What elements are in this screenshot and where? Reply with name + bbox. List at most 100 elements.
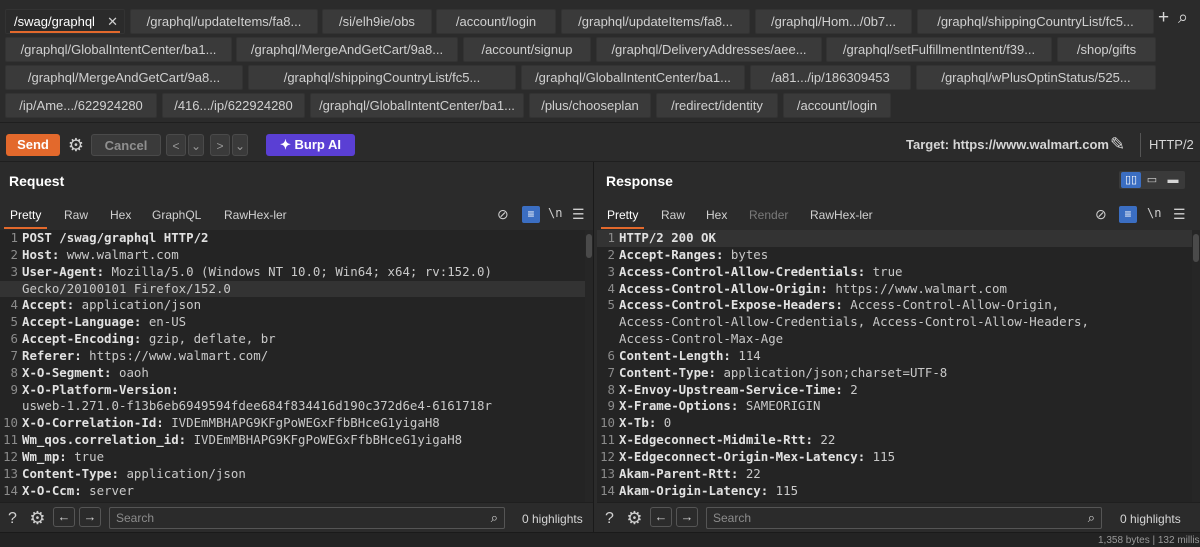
menu-icon[interactable]: ☰ [572, 206, 585, 223]
scrollbar-thumb[interactable] [1193, 234, 1199, 262]
newline-icon[interactable]: \n [1147, 206, 1161, 220]
tab[interactable]: /account/login [436, 9, 556, 34]
tab[interactable]: /shop/gifts [1057, 37, 1156, 62]
wrap-icon[interactable]: ≡ [522, 206, 540, 223]
line-number: 10 [600, 415, 615, 431]
tab[interactable]: /graphql/shippingCountryList/fc5... [917, 9, 1154, 34]
header-value: true [66, 448, 105, 464]
tab[interactable]: /graphql/MergeAndGetCart/9a8... [236, 37, 458, 62]
tab-hex[interactable]: Hex [110, 208, 131, 222]
next-match-button[interactable]: → [79, 507, 101, 527]
close-icon[interactable]: ✕ [107, 10, 118, 33]
tab[interactable]: /graphql/DeliveryAddresses/aee... [596, 37, 822, 62]
tab[interactable]: /graphql/updateItems/fa8... [130, 9, 318, 34]
help-icon[interactable]: ? [3, 509, 22, 528]
tab-pretty[interactable]: Pretty [3, 208, 48, 229]
tab[interactable]: /graphql/Hom.../0b7... [755, 9, 912, 34]
tab[interactable]: /a81.../ip/186309453 [750, 65, 911, 90]
previous-match-button[interactable]: ← [650, 507, 672, 527]
burp-ai-button[interactable]: ✦ Burp AI [266, 134, 355, 156]
send-button[interactable]: Send [6, 134, 60, 156]
previous-match-button[interactable]: ← [53, 507, 75, 527]
code-line: 4 Accept: application/json [0, 297, 593, 314]
eye-off-icon[interactable]: ⊘ [497, 206, 509, 223]
help-icon[interactable]: ? [600, 509, 619, 528]
back-dropdown-button[interactable]: ⌄ [188, 134, 204, 156]
code-text: Access-Control-Allow-Origin: https://www… [619, 281, 1007, 298]
tab[interactable]: /graphql/shippingCountryList/fc5... [248, 65, 516, 90]
tab-swag-graphql[interactable]: /swag/graphql ✕ [5, 9, 125, 34]
code-text: Content-Type: application/json;charset=U… [619, 365, 947, 382]
code-line: 11 Wm_qos.correlation_id: IVDEmMBHAPG9KFg… [0, 432, 593, 449]
back-button[interactable]: < [166, 134, 186, 156]
tab[interactable]: /graphql/MergeAndGetCart/9a8... [5, 65, 243, 90]
tab-raw[interactable]: Raw [64, 208, 88, 222]
code-text: Referer: https://www.walmart.com/ [22, 348, 268, 365]
code-line: Access-Control-Allow-Credentials, Access… [597, 314, 1200, 331]
tab[interactable]: /graphql/GlobalIntentCenter/ba1... [521, 65, 745, 90]
tabbed-layout-icon[interactable]: ▬ [1163, 172, 1183, 188]
header-name: X-Tb: [619, 415, 657, 431]
gear-icon[interactable]: ⚙ [625, 509, 644, 528]
newline-icon[interactable]: \n [548, 206, 562, 220]
tab[interactable]: /plus/chooseplan [529, 93, 651, 118]
forward-dropdown-button[interactable]: ⌄ [232, 134, 248, 156]
side-by-side-layout-icon[interactable]: ▯▯ [1121, 172, 1141, 188]
response-editor[interactable]: 1 HTTP/2 200 OK 2 Accept-Ranges: bytes 3 Acce… [597, 230, 1200, 502]
tab[interactable]: /ip/Ame.../622924280 [5, 93, 157, 118]
search-input[interactable]: Search ⌕ [109, 507, 505, 529]
header-value: server [81, 482, 134, 498]
code-line: 2 Accept-Ranges: bytes [597, 247, 1200, 264]
search-tabs-icon[interactable]: ⌕ [1178, 8, 1188, 27]
tab-rawhex-ler[interactable]: RawHex-ler [224, 208, 287, 222]
scrollbar[interactable] [1192, 230, 1200, 502]
header-name: Referer: [22, 347, 82, 363]
tab[interactable]: /account/signup [463, 37, 591, 62]
scrollbar-thumb[interactable] [586, 234, 592, 258]
code-line: 6 Accept-Encoding: gzip, deflate, br [0, 331, 593, 348]
menu-icon[interactable]: ☰ [1173, 206, 1186, 223]
add-tab-icon[interactable]: + [1158, 8, 1169, 27]
tab[interactable]: /graphql/GlobalIntentCenter/ba1... [5, 37, 232, 62]
pencil-icon[interactable]: ✎ [1110, 134, 1125, 155]
tab-raw[interactable]: Raw [661, 208, 685, 222]
tab[interactable]: /graphql/wPlusOptinStatus/525... [916, 65, 1156, 90]
status-bar: 1,358 bytes | 132 millis [0, 532, 1200, 547]
code-line: 8 X-O-Segment: oaoh [0, 365, 593, 382]
header-value: application/json;charset=UTF-8 [715, 364, 948, 380]
gear-icon[interactable]: ⚙ [66, 135, 86, 155]
search-input[interactable]: Search ⌕ [706, 507, 1102, 529]
tab[interactable]: /graphql/updateItems/fa8... [561, 9, 750, 34]
line-number: 12 [600, 448, 615, 464]
tab[interactable]: /redirect/identity [656, 93, 778, 118]
line-number: 5 [607, 297, 615, 313]
wrap-icon[interactable]: ≡ [1119, 206, 1137, 223]
header-name: X-O-Platform-Version: [22, 381, 179, 397]
scrollbar[interactable] [585, 230, 593, 502]
cancel-button[interactable]: Cancel [91, 134, 161, 156]
header-value: https://www.walmart.com/ [81, 347, 269, 363]
request-editor[interactable]: 1 POST /swag/graphql HTTP/2 2 Host: www.wal… [0, 230, 593, 502]
protocol-label[interactable]: HTTP/2 [1149, 137, 1194, 152]
tab[interactable]: /si/elh9ie/obs [322, 9, 432, 34]
tab[interactable]: /account/login [783, 93, 891, 118]
next-match-button[interactable]: → [676, 507, 698, 527]
gear-icon[interactable]: ⚙ [28, 509, 47, 528]
highlights-count: 0 highlights [522, 512, 583, 526]
eye-off-icon[interactable]: ⊘ [1095, 206, 1107, 223]
header-value: Mozilla/5.0 (Windows NT 10.0; Win64; x64… [104, 263, 492, 279]
line-number: 5 [10, 314, 18, 330]
tab-rawhex-ler[interactable]: RawHex-ler [810, 208, 873, 222]
header-name: X-Envoy-Upstream-Service-Time: [619, 381, 843, 397]
tab-graphql[interactable]: GraphQL [152, 208, 201, 222]
tab[interactable]: /graphql/setFulfillmentIntent/f39... [826, 37, 1052, 62]
stacked-layout-icon[interactable]: ▭ [1142, 172, 1162, 188]
tab-pretty[interactable]: Pretty [600, 208, 645, 229]
tab-render[interactable]: Render [749, 208, 788, 222]
forward-button[interactable]: > [210, 134, 230, 156]
tab-hex[interactable]: Hex [706, 208, 727, 222]
tab[interactable]: /graphql/GlobalIntentCenter/ba1... [310, 93, 524, 118]
header-name: X-Edgeconnect-Midmile-Rtt: [619, 432, 813, 448]
tab[interactable]: /416.../ip/622924280 [162, 93, 305, 118]
header-name: X-Edgeconnect-Origin-Mex-Latency: [619, 448, 866, 464]
